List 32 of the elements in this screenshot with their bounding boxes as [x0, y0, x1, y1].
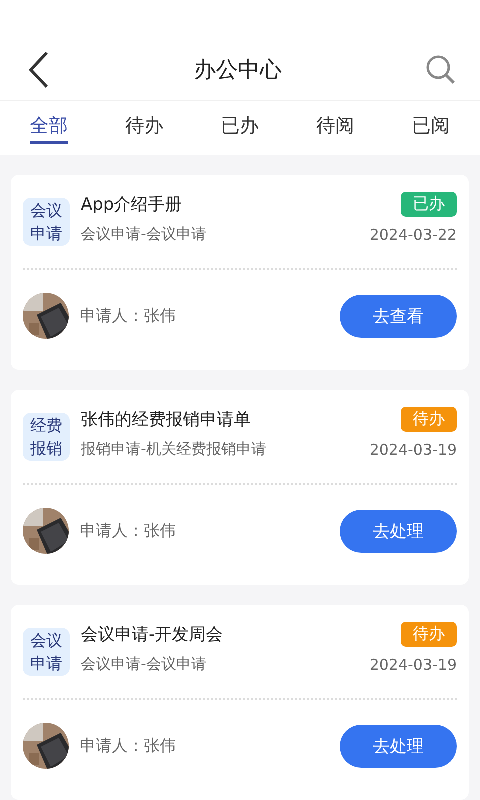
type-tag: 经费报销 [23, 413, 70, 461]
type-tag: 会议申请 [23, 628, 70, 676]
back-icon[interactable] [28, 51, 50, 90]
applicant-name: 申请人：张伟 [80, 520, 176, 542]
card-title: App介绍手册 [81, 194, 182, 216]
filter-tab[interactable]: 全部 [30, 112, 68, 144]
type-tag: 会议申请 [23, 198, 70, 246]
status-badge: 已办 [401, 192, 457, 217]
action-button[interactable]: 去处理 [340, 724, 457, 768]
card-subtitle: 会议申请-会议申请 [81, 225, 206, 244]
filter-tab[interactable]: 已阅 [412, 112, 450, 144]
card-title: 会议申请-开发周会 [81, 624, 224, 646]
card-date: 2024-03-19 [370, 656, 457, 674]
action-button[interactable]: 去查看 [340, 294, 457, 338]
filter-tab[interactable]: 待办 [126, 112, 164, 144]
search-icon[interactable] [426, 55, 456, 86]
approval-card[interactable]: 会议申请 App介绍手册 已办 会议申请-会议申请 2024-03-22 申请人：张伟 去查看 [11, 175, 469, 370]
page-title: 办公中心 [194, 57, 282, 86]
card-date: 2024-03-19 [370, 440, 457, 458]
filter-tab[interactable]: 待阅 [316, 112, 354, 144]
card-date: 2024-03-22 [370, 226, 457, 244]
approval-card[interactable]: 经费报销 张伟的经费报销申请单 待办 报销申请-机关经费报销申请 2024-03-19 申请人：张伟 去处理 [11, 390, 469, 585]
approval-card[interactable]: 会议申请 会议申请-开发周会 待办 会议申请-会议申请 2024-03-19 申请人：张伟 去处理 [11, 605, 469, 800]
applicant-name: 申请人：张伟 [80, 306, 176, 326]
status-badge: 待办 [401, 407, 457, 432]
card-subtitle: 报销申请-机关经费报销申请 [81, 440, 266, 459]
card-title: 张伟的经费报销申请单 [81, 409, 251, 431]
applicant-name: 申请人：张伟 [80, 736, 176, 756]
filter-tab[interactable]: 已办 [221, 112, 259, 144]
status-badge: 待办 [401, 622, 457, 647]
card-subtitle: 会议申请-会议申请 [81, 655, 206, 674]
action-button[interactable]: 去处理 [340, 510, 457, 552]
